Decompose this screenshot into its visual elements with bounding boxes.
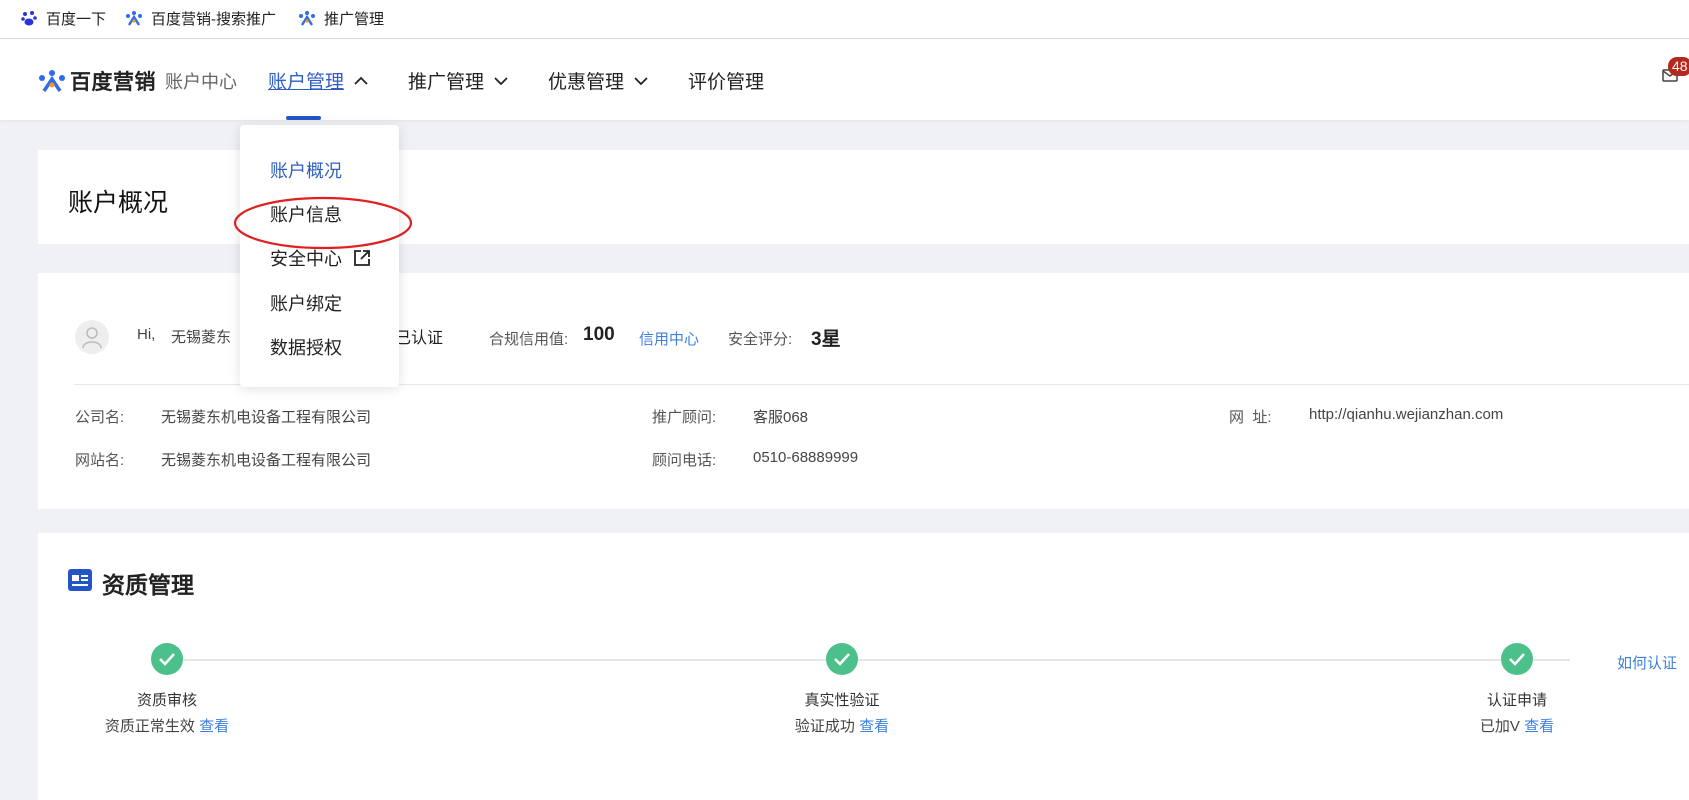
menu-item-data-authorization[interactable]: 数据授权: [270, 334, 342, 360]
step-status: 验证成功 查看: [732, 715, 952, 736]
message-count-badge: 48: [1668, 57, 1689, 76]
step-name: 认证申请: [1486, 692, 1547, 709]
step-status-text: 验证成功: [794, 718, 855, 735]
nav-discount-management[interactable]: 优惠管理: [548, 67, 648, 94]
advisor-label: 推广顾问:: [652, 409, 717, 426]
account-management-dropdown: 账户概况 账户信息 安全中心 账户绑定 数据授权: [240, 125, 399, 387]
chevron-up-icon: [354, 76, 368, 85]
chevron-down-icon: [494, 76, 508, 85]
nav-label: 账户管理: [268, 72, 345, 93]
company-label: 公司名:: [75, 409, 125, 426]
brand-name: 百度营销: [70, 71, 156, 94]
phone-value: 0510-68889999: [753, 449, 859, 466]
baidu-marketing-icon: [299, 11, 315, 26]
nav-label: 推广管理: [408, 72, 485, 93]
user-icon: [82, 327, 102, 349]
bookmark-label: 百度一下: [46, 10, 107, 28]
bookmark-label: 百度营销-搜索推广: [151, 10, 276, 28]
menu-item-label: 账户绑定: [270, 294, 342, 314]
site-value: 无锡菱东机电设备工程有限公司: [161, 452, 372, 469]
how-to-verify-link[interactable]: 如何认证: [1617, 652, 1677, 673]
baidu-paw-icon: [21, 11, 37, 26]
step-complete-icon: [151, 643, 183, 675]
step-complete-icon: [1501, 643, 1533, 675]
avatar: [75, 320, 109, 354]
view-link[interactable]: 查看: [1524, 718, 1554, 735]
active-nav-indicator: [286, 116, 321, 120]
brand-subtitle: 账户中心: [165, 72, 237, 92]
progress-line: [170, 659, 1570, 661]
credit-value: 100: [583, 324, 615, 345]
security-value: 3星: [811, 329, 841, 350]
bookmark-promotion-management[interactable]: 推广管理: [298, 8, 384, 28]
username: 无锡菱东: [171, 329, 232, 346]
nav-label: 优惠管理: [548, 72, 625, 93]
phone-label: 顾问电话:: [652, 452, 717, 469]
page-title: 账户概况: [68, 189, 169, 217]
url-label: 网 址:: [1229, 409, 1272, 426]
advisor-value: 客服068: [753, 409, 809, 426]
qualification-card: 资质管理 资质审核 资质正常生效 查看 真实性验证 验证成功 查看 认证申请 已…: [38, 533, 1689, 800]
qualification-title: 资质管理: [102, 572, 194, 598]
menu-item-label: 账户概况: [270, 161, 342, 181]
url-value[interactable]: http://qianhu.wejianzhan.com: [1309, 406, 1503, 423]
greeting: Hi,: [137, 326, 156, 343]
top-navigation: 百度营销 账户中心 账户管理 推广管理 优惠管理 评价管理: [0, 39, 1689, 120]
credit-label: 合规信用值:: [489, 331, 569, 348]
menu-item-label: 数据授权: [270, 338, 342, 358]
verified-status: 已认证: [395, 330, 444, 347]
site-label: 网站名:: [75, 452, 125, 469]
bookmarks-bar: 百度一下 百度营销-搜索推广 推广管理: [0, 0, 1689, 39]
baidu-marketing-logo-icon: [39, 70, 65, 92]
view-link[interactable]: 查看: [199, 718, 229, 735]
nav-account-management[interactable]: 账户管理: [268, 67, 368, 94]
nav-promotion-management[interactable]: 推广管理: [408, 67, 508, 94]
nav-label: 评价管理: [688, 72, 765, 93]
bookmark-label: 推广管理: [324, 10, 385, 28]
step-name: 真实性验证: [804, 692, 880, 709]
bookmark-baidu[interactable]: 百度一下: [20, 8, 106, 28]
step-status-text: 已加V: [1479, 718, 1520, 735]
step-status-text: 资质正常生效: [104, 718, 195, 735]
step-status: 资质正常生效 查看: [57, 715, 277, 736]
check-icon: [159, 653, 175, 666]
chevron-down-icon: [634, 76, 648, 85]
nav-review-management[interactable]: 评价管理: [688, 67, 764, 94]
step-name: 资质审核: [136, 692, 197, 709]
company-value: 无锡菱东机电设备工程有限公司: [161, 409, 372, 426]
view-link[interactable]: 查看: [859, 718, 889, 735]
menu-item-account-overview[interactable]: 账户概况: [270, 157, 342, 183]
annotation-ellipse: [233, 196, 413, 250]
credit-center-link[interactable]: 信用中心: [639, 328, 699, 349]
baidu-marketing-icon: [126, 11, 142, 26]
step-status: 已加V 查看: [1407, 715, 1627, 736]
bookmark-search-promotion[interactable]: 百度营销-搜索推广: [125, 8, 276, 28]
step-complete-icon: [826, 643, 858, 675]
logo[interactable]: 百度营销 账户中心: [38, 66, 237, 96]
external-link-icon: [354, 250, 370, 266]
check-icon: [1509, 653, 1525, 666]
menu-item-account-binding[interactable]: 账户绑定: [270, 290, 342, 316]
security-label: 安全评分:: [728, 331, 793, 348]
check-icon: [834, 653, 850, 666]
id-card-icon: [68, 569, 92, 591]
